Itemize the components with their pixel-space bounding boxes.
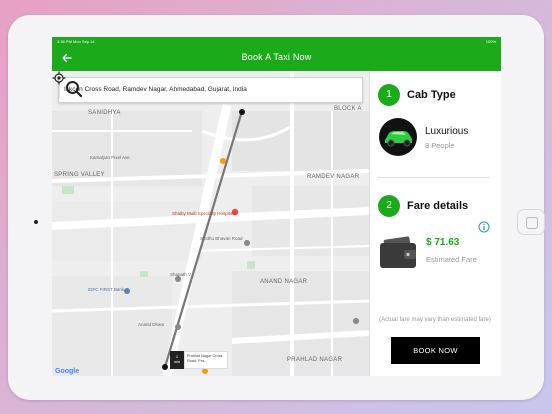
status-time: 3:38 PM Mon Sep 14 xyxy=(57,38,95,44)
location-search-bar[interactable]: Iskcon Cross Road, Ramdev Nagar, Ahmedab… xyxy=(58,77,363,103)
area-label-block-a: BLOCK A xyxy=(334,106,362,112)
car-icon xyxy=(385,131,412,147)
status-battery: 100% xyxy=(485,38,496,44)
booking-panel: 1 Cab Type Luxurious 8 People 2 Fare det… xyxy=(369,71,501,376)
book-now-button[interactable]: BOOK NOW xyxy=(391,337,480,364)
section-divider xyxy=(378,177,490,178)
step-badge-1: 1 xyxy=(378,84,400,106)
cab-name: Luxurious xyxy=(425,126,469,137)
poi-idfc[interactable]: IDFC FIRST Bank xyxy=(88,287,124,293)
map-canvas xyxy=(52,71,369,376)
cab-avatar[interactable] xyxy=(379,118,417,156)
area-label-ramdev-nagar: RAMDEV NAGAR xyxy=(307,174,360,180)
fare-amount: $ 71.63 xyxy=(426,237,460,248)
step-badge-2: 2 xyxy=(378,195,400,217)
map-view[interactable]: SANIDHYA BLOCK A SPRING VALLEY RAMDEV NA… xyxy=(52,71,369,376)
wallet-icon xyxy=(380,236,416,268)
poi-kamalyan[interactable]: Kamalyan Pixel Ave xyxy=(90,155,130,161)
poi-sindhu[interactable]: Sindhu Bhavan Road xyxy=(200,236,244,242)
my-location-icon[interactable] xyxy=(52,71,66,85)
area-label-spring-valley: SPRING VALLEY xyxy=(54,172,105,178)
poi-shapath[interactable]: Shapath V xyxy=(170,272,191,278)
front-camera xyxy=(34,220,38,224)
page-title: Book A Taxi Now xyxy=(241,52,312,62)
status-bar: 3:38 PM Mon Sep 14 100% xyxy=(52,37,501,45)
poi-anand-dham[interactable]: Anand Dham xyxy=(138,322,164,328)
google-attribution: Google xyxy=(55,368,79,375)
fare-amount-label: Estimated Fare xyxy=(426,255,477,264)
info-icon[interactable] xyxy=(478,221,490,233)
attribution-text: Google xyxy=(55,368,80,375)
area-label-prahlad-nagar: PRAHLAD NAGAR xyxy=(287,357,343,363)
eta-badge: 1 min xyxy=(170,351,184,369)
fare-details-title: Fare details xyxy=(407,200,469,212)
area-label-anand-nagar: ANAND NAGAR xyxy=(260,279,308,285)
eta-unit: min xyxy=(173,359,181,365)
search-input[interactable]: Iskcon Cross Road, Ramdev Nagar, Ahmedab… xyxy=(59,82,247,98)
destination-callout[interactable]: Prahlad Nagar Cross Road, Pra... xyxy=(184,351,228,369)
app-screen: 3:38 PM Mon Sep 14 100% Book A Taxi Now xyxy=(52,37,501,376)
top-navbar: Book A Taxi Now xyxy=(52,45,501,71)
home-button[interactable] xyxy=(517,209,545,235)
search-icon[interactable] xyxy=(63,78,85,100)
area-label-sanidhya: SANIDHYA xyxy=(88,110,121,116)
cab-type-title: Cab Type xyxy=(407,89,456,101)
fare-disclaimer: (Actual fare may vary than estimated far… xyxy=(379,317,491,323)
cab-capacity: 8 People xyxy=(425,141,455,150)
poi-shalby[interactable]: Shalby Multi Specialty Hospitals xyxy=(172,211,236,217)
